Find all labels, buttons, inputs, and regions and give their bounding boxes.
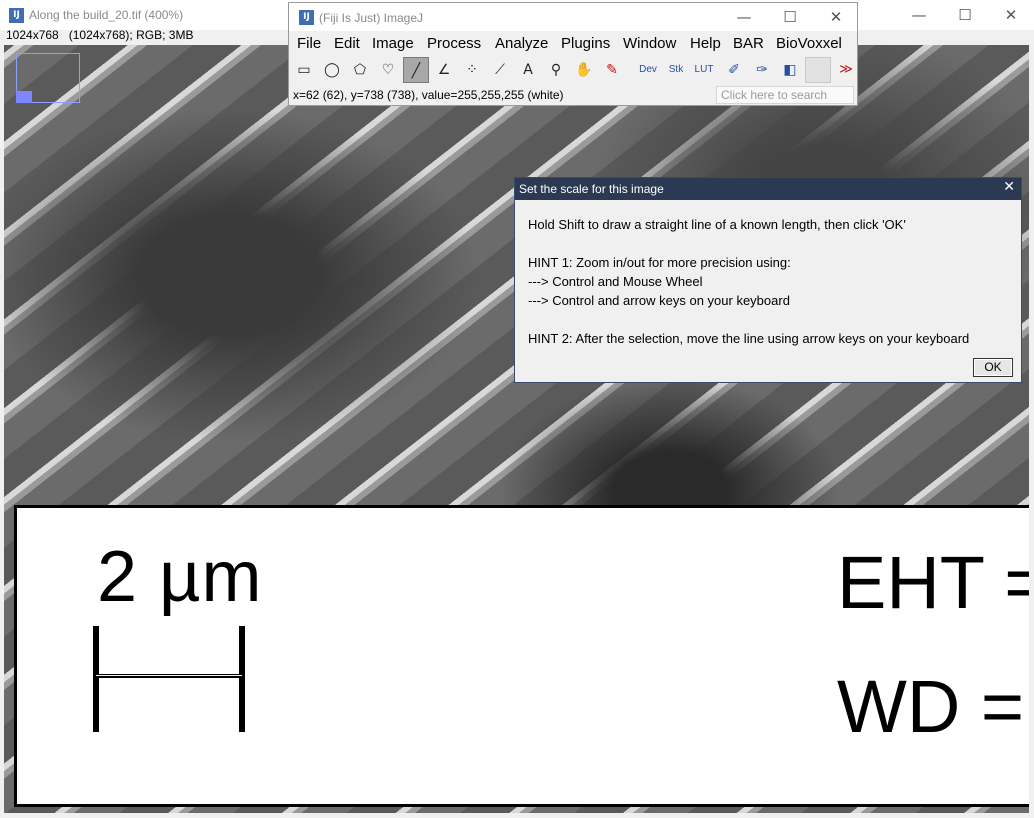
wd-label: WD = [837, 665, 1025, 748]
minimize-icon[interactable]: — [896, 0, 942, 30]
flood-fill-tool-icon[interactable]: ◧ [777, 57, 803, 83]
fiji-titlebar[interactable]: IJ (Fiji Is Just) ImageJ — ☐ ✕ [289, 3, 857, 31]
image-canvas[interactable]: 2 µm EHT = WD = [4, 45, 1029, 813]
maximize-icon[interactable]: ☐ [942, 0, 988, 30]
fiji-app-icon: IJ [299, 10, 314, 25]
multipoint-tool-icon[interactable]: ⁘ [459, 57, 485, 83]
menu-biovoxxel[interactable]: BioVoxxel [776, 35, 842, 52]
set-scale-dialog: Set the scale for this image ✕ Hold Shif… [514, 177, 1022, 383]
pencil-tool-icon[interactable]: ✐ [721, 57, 747, 83]
dialog-titlebar[interactable]: Set the scale for this image ✕ [515, 178, 1021, 200]
menu-image[interactable]: Image [372, 35, 414, 52]
ok-button[interactable]: OK [973, 358, 1013, 377]
maximize-icon[interactable]: ☐ [767, 3, 813, 31]
hand-tool-icon[interactable]: ✋ [571, 57, 597, 83]
dialog-hint-2: HINT 2: After the selection, move the li… [528, 331, 970, 346]
angle-tool-icon[interactable]: ∠ [431, 57, 457, 83]
polygon-tool-icon[interactable]: ⬠ [347, 57, 373, 83]
scale-bar-label: 2 µm [97, 537, 263, 617]
wand-tool-icon[interactable]: ⟋ [487, 57, 513, 83]
menu-bar: File Edit Image Process Analyze Plugins … [289, 31, 857, 55]
fiji-main-window: IJ (Fiji Is Just) ImageJ — ☐ ✕ File Edit… [288, 2, 858, 106]
dialog-hint-1a: ---> Control and Mouse Wheel [528, 274, 703, 289]
dialog-title: Set the scale for this image [519, 182, 664, 196]
image-info-line: 1024x768 (1024x768); RGB; 3MB [6, 28, 194, 42]
menu-file[interactable]: File [297, 35, 321, 52]
fiji-window-title: (Fiji Is Just) ImageJ [319, 11, 424, 25]
scale-bar-right-tick [239, 626, 245, 732]
menu-plugins[interactable]: Plugins [561, 35, 610, 52]
tool-bar: ▭ ◯ ⬠ ♡ ╱ ∠ ⁘ ⟋ A ⚲ ✋ ✎ Dev Stk LUT ✐ ✑ … [289, 55, 857, 85]
sem-info-panel: 2 µm EHT = WD = [14, 505, 1029, 807]
status-text: x=62 (62), y=738 (738), value=255,255,25… [293, 88, 564, 102]
line-selection[interactable] [96, 675, 242, 676]
menu-edit[interactable]: Edit [334, 35, 360, 52]
scale-bar [93, 626, 245, 732]
close-icon[interactable]: ✕ [988, 0, 1034, 30]
freehand-tool-icon[interactable]: ♡ [375, 57, 401, 83]
empty-tool-slot-icon [805, 57, 831, 83]
status-bar: x=62 (62), y=738 (738), value=255,255,25… [289, 85, 857, 105]
close-icon[interactable]: ✕ [813, 3, 859, 31]
minimize-icon[interactable]: — [721, 3, 767, 31]
scale-bar-left-tick [93, 626, 99, 732]
search-input[interactable]: Click here to search [716, 86, 854, 104]
oval-tool-icon[interactable]: ◯ [319, 57, 345, 83]
image-window: IJ Along the build_20.tif (400%) — ☐ ✕ 1… [0, 0, 1034, 818]
text-tool-icon[interactable]: A [515, 57, 541, 83]
close-icon[interactable]: ✕ [1003, 179, 1015, 195]
dialog-hint-1: HINT 1: Zoom in/out for more precision u… [528, 255, 791, 270]
menu-window[interactable]: Window [623, 35, 676, 52]
menu-analyze[interactable]: Analyze [495, 35, 548, 52]
stk-menu-icon[interactable]: Stk [663, 57, 689, 83]
dev-menu-icon[interactable]: Dev [635, 57, 661, 83]
rectangle-tool-icon[interactable]: ▭ [291, 57, 317, 83]
magnifier-tool-icon[interactable]: ⚲ [543, 57, 569, 83]
eht-label: EHT = [837, 541, 1029, 624]
fiji-app-icon: IJ [9, 8, 24, 23]
dialog-instruction: Hold Shift to draw a straight line of a … [528, 217, 906, 232]
brush-tool-icon[interactable]: ✑ [749, 57, 775, 83]
lut-menu-icon[interactable]: LUT [691, 57, 717, 83]
image-window-title: Along the build_20.tif (400%) [29, 8, 184, 22]
menu-help[interactable]: Help [690, 35, 721, 52]
menu-process[interactable]: Process [427, 35, 481, 52]
more-tools-icon[interactable]: ≫ [833, 57, 859, 83]
menu-bar-plugin[interactable]: BAR [733, 35, 764, 52]
dialog-hint-1b: ---> Control and arrow keys on your keyb… [528, 293, 790, 308]
color-picker-tool-icon[interactable]: ✎ [599, 57, 625, 83]
zoom-navigator-indicator [16, 91, 32, 103]
line-tool-icon[interactable]: ╱ [403, 57, 429, 83]
